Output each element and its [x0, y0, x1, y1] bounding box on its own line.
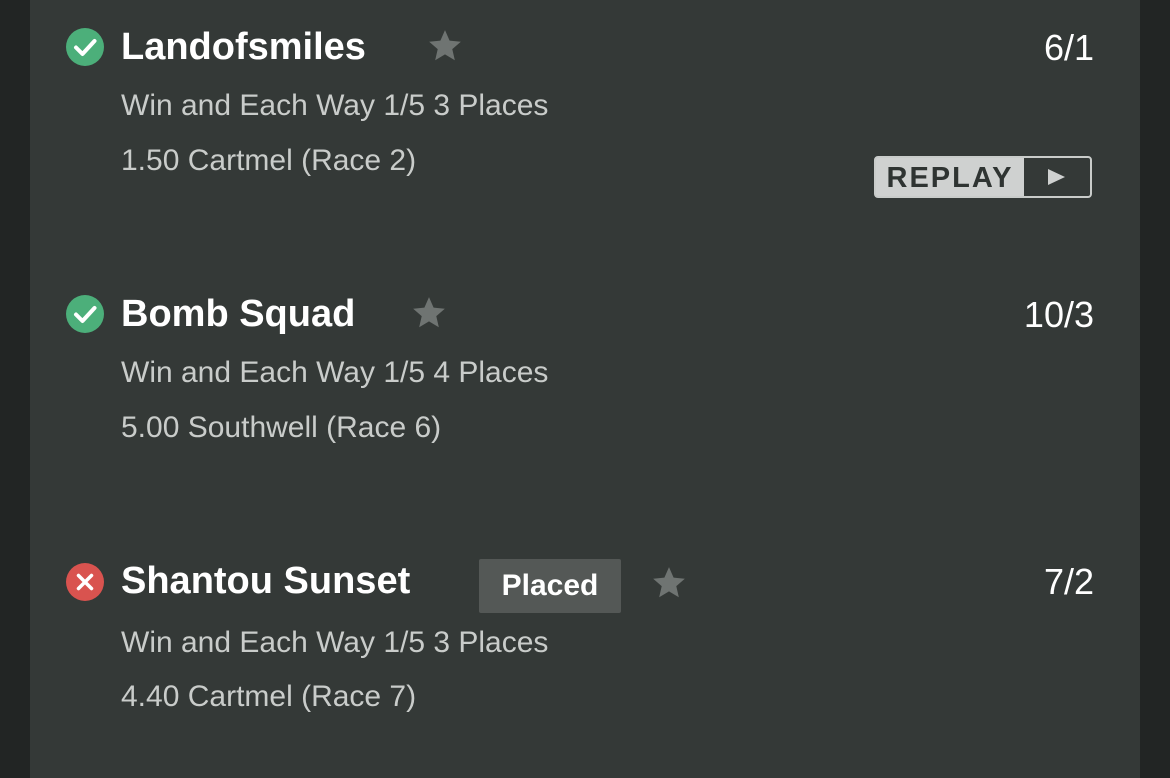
- race-info: 5.00 Southwell (Race 6): [121, 411, 442, 444]
- selection-name: Shantou Sunset: [121, 560, 411, 602]
- replay-label: REPLAY: [886, 162, 1014, 194]
- bets-panel: Landofsmiles 6/1 Win and Each Way 1/5 3 …: [30, 0, 1140, 778]
- x-circle-icon: [66, 563, 104, 601]
- check-circle-icon: [66, 28, 104, 66]
- odds: 6/1: [1043, 27, 1094, 68]
- odds: 10/3: [1023, 294, 1094, 335]
- bet-type: Win and Each Way 1/5 3 Places: [121, 89, 549, 122]
- star-icon[interactable]: [410, 294, 448, 332]
- bet-type: Win and Each Way 1/5 3 Places: [121, 626, 549, 659]
- star-icon[interactable]: [426, 27, 464, 65]
- bet-item[interactable]: Shantou Sunset Placed 7/2 Win and Each W…: [30, 534, 1140, 734]
- replay-button[interactable]: REPLAY: [874, 156, 1092, 198]
- check-circle-icon: [66, 295, 104, 333]
- selection-name: Landofsmiles: [121, 26, 366, 68]
- placed-badge: Placed: [479, 559, 621, 613]
- star-icon[interactable]: [650, 564, 688, 602]
- bet-item[interactable]: Landofsmiles 6/1 Win and Each Way 1/5 3 …: [30, 0, 1140, 200]
- bet-type: Win and Each Way 1/5 4 Places: [121, 356, 549, 389]
- odds: 7/2: [1043, 561, 1094, 602]
- play-icon: [1024, 158, 1090, 196]
- bet-item[interactable]: Bomb Squad 10/3 Win and Each Way 1/5 4 P…: [30, 267, 1140, 467]
- race-info: 4.40 Cartmel (Race 7): [121, 680, 417, 713]
- selection-name: Bomb Squad: [121, 293, 356, 335]
- race-info: 1.50 Cartmel (Race 2): [121, 144, 417, 177]
